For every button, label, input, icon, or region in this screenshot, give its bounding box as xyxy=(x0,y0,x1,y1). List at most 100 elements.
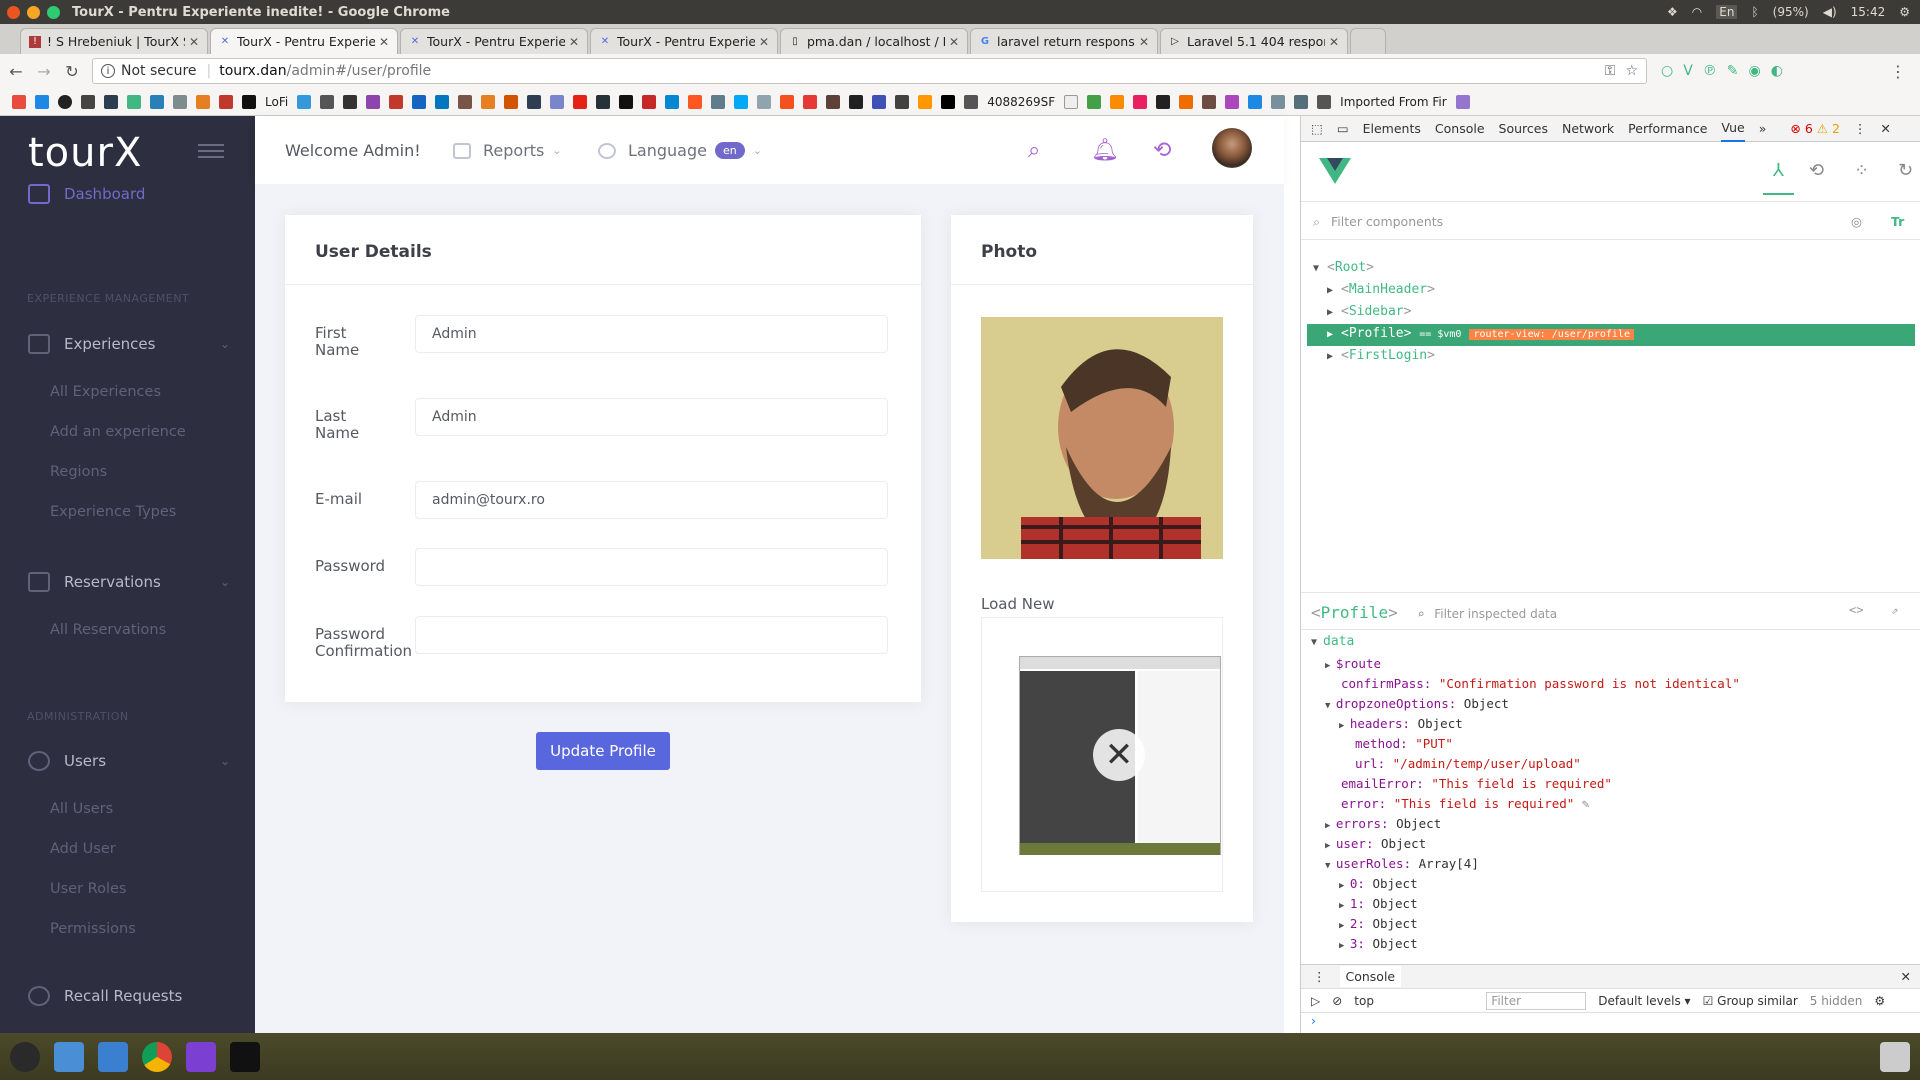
bookmark-icon[interactable] xyxy=(895,94,910,109)
bookmark-imported-folder[interactable]: Imported From Fir xyxy=(1340,95,1446,109)
sidebar-subitem-all-experiences[interactable]: All Experiences xyxy=(50,384,161,400)
bookmark-icon[interactable] xyxy=(596,94,611,109)
bookmark-icon[interactable] xyxy=(872,94,887,109)
settings-icon[interactable]: ⚙ xyxy=(1899,5,1910,19)
apps-icon[interactable] xyxy=(12,94,26,109)
inspect-icon[interactable]: ⬚ xyxy=(1311,121,1323,136)
sidebar-item-dashboard[interactable]: Dashboard xyxy=(28,184,145,204)
bookmark-icon[interactable] xyxy=(918,94,933,109)
tree-node-firstlogin[interactable]: ▶ <FirstLogin> xyxy=(1327,348,1435,363)
chevron-down-icon[interactable]: ⌄ xyxy=(220,337,230,351)
bookmark-icon[interactable] xyxy=(964,94,979,109)
bookmark-icon[interactable] xyxy=(619,94,634,109)
data-row[interactable]: ▶ errors: Object xyxy=(1325,816,1441,831)
close-tab-icon[interactable]: ✕ xyxy=(759,35,769,49)
browser-tab-active[interactable]: ✕ TourX - Pentru Experie ✕ xyxy=(210,28,398,54)
close-tab-icon[interactable]: ✕ xyxy=(1329,35,1339,49)
sidebar-item-users[interactable]: Users xyxy=(28,751,106,771)
phpstorm-icon[interactable] xyxy=(186,1041,216,1072)
sidebar-subitem-all-reservations[interactable]: All Reservations xyxy=(50,622,166,638)
more-tabs-icon[interactable]: » xyxy=(1759,121,1767,136)
console-filter-input[interactable]: Filter xyxy=(1486,991,1587,1010)
bookmark-icon[interactable] xyxy=(1248,94,1263,109)
close-tab-icon[interactable]: ✕ xyxy=(949,35,959,49)
minimize-window-button[interactable] xyxy=(27,5,40,19)
chevron-down-icon[interactable]: ⌄ xyxy=(220,575,230,589)
data-row[interactable]: emailError: "This field is required" xyxy=(1341,776,1612,791)
bluetooth-icon[interactable]: ᛒ xyxy=(1751,5,1758,19)
sidebar-subitem-experience-types[interactable]: Experience Types xyxy=(50,504,176,520)
bell-icon[interactable]: 🔔︎ xyxy=(1091,138,1119,163)
browser-tab[interactable]: Glaravel return respons ✕ xyxy=(970,28,1158,54)
language-menu[interactable]: Language en ⌄ xyxy=(598,141,762,160)
close-tab-icon[interactable]: ✕ xyxy=(569,35,579,49)
bookmark-icon[interactable] xyxy=(1294,94,1309,109)
clear-console-icon[interactable]: ⊘ xyxy=(1332,994,1342,1008)
vuex-icon[interactable]: ⁘ xyxy=(1854,160,1869,181)
battery-indicator[interactable]: (95%) xyxy=(1773,5,1809,19)
bookmark-icon[interactable] xyxy=(1455,94,1470,109)
code-icon[interactable]: <> xyxy=(1849,603,1863,617)
bookmark-icon[interactable] xyxy=(219,94,233,109)
menu-icon[interactable]: ⋮ xyxy=(1854,121,1867,136)
bookmark-icon[interactable] xyxy=(389,94,404,109)
sidebar-subitem-add-experience[interactable]: Add an experience xyxy=(50,424,186,440)
document-icon[interactable] xyxy=(1064,94,1079,109)
volume-icon[interactable]: ◀) xyxy=(1823,5,1837,19)
sidebar-item-experiences[interactable]: Experiences xyxy=(28,334,155,354)
data-row[interactable]: ▼ userRoles: Array[4] xyxy=(1325,856,1479,871)
forward-icon[interactable]: → xyxy=(32,62,56,81)
bookmark-icon[interactable] xyxy=(941,94,956,109)
tree-node-mainheader[interactable]: ▶ <MainHeader> xyxy=(1327,282,1435,297)
error-count[interactable]: ⊗ 6 ⚠ 2 xyxy=(1790,121,1840,136)
tab-console[interactable]: Console xyxy=(1435,121,1485,136)
tree-node-profile-selected[interactable]: ▶ <Profile> == $vm0 router-view: /user/pro… xyxy=(1307,324,1915,346)
sidebar-toggle-icon[interactable]: ▷ xyxy=(1311,994,1320,1008)
gear-icon[interactable]: ⚙ xyxy=(1874,994,1885,1008)
components-icon[interactable]: ⅄ xyxy=(1763,160,1794,195)
lofi-icon[interactable] xyxy=(242,94,256,109)
bookmark-icon[interactable] xyxy=(1179,94,1194,109)
bookmark-icon[interactable] xyxy=(688,94,703,109)
bookmark-icon[interactable] xyxy=(1225,94,1240,109)
bookmark-icon[interactable] xyxy=(1110,94,1125,109)
bookmark-icon[interactable] xyxy=(366,94,381,109)
remove-file-icon[interactable]: ✕ xyxy=(1093,729,1145,781)
bookmark-icon[interactable] xyxy=(35,94,49,109)
sidebar-subitem-regions[interactable]: Regions xyxy=(50,464,107,480)
logo[interactable]: tourX xyxy=(28,130,142,176)
play-icon[interactable] xyxy=(81,94,95,109)
camera-icon[interactable] xyxy=(343,94,358,109)
data-row[interactable]: ▶ user: Object xyxy=(1325,836,1426,851)
sidebar-subitem-permissions[interactable]: Permissions xyxy=(50,921,136,937)
language-indicator[interactable]: En xyxy=(1716,5,1738,19)
reload-icon[interactable]: ↻ xyxy=(60,62,84,81)
data-row[interactable]: ▶ 1: Object xyxy=(1339,896,1418,911)
bookmark-icon[interactable] xyxy=(150,94,164,109)
data-row[interactable]: error: "This field is required" ✎ xyxy=(1341,796,1589,811)
data-row[interactable]: ▶ headers: Object xyxy=(1339,716,1463,731)
menu-icon[interactable]: ⋮ xyxy=(1313,969,1326,984)
history-icon[interactable]: ⟲ xyxy=(1809,160,1824,181)
bookmark-icon[interactable] xyxy=(550,94,565,109)
close-devtools-icon[interactable]: ✕ xyxy=(1880,121,1890,136)
levels-select[interactable]: Default levels ▾ xyxy=(1598,994,1690,1008)
wifi-icon[interactable]: ◠ xyxy=(1692,5,1702,19)
security-label[interactable]: Not secure xyxy=(121,63,197,79)
tab-network[interactable]: Network xyxy=(1562,121,1614,136)
data-row[interactable]: ▶ 2: Object xyxy=(1339,916,1418,931)
chrome-icon[interactable] xyxy=(142,1041,172,1072)
bookmark-icon[interactable] xyxy=(826,94,841,109)
bookmark-icon[interactable] xyxy=(527,94,542,109)
data-row[interactable]: ▶ 3: Object xyxy=(1339,936,1418,951)
password-confirmation-field[interactable] xyxy=(415,616,888,654)
bookmark-icon[interactable] xyxy=(1087,94,1102,109)
bookmark-icon[interactable] xyxy=(297,94,312,109)
bookmark-icon[interactable] xyxy=(1271,94,1286,109)
camera-icon[interactable] xyxy=(320,94,335,109)
youtube-icon[interactable] xyxy=(573,94,588,109)
finder-icon[interactable] xyxy=(98,1041,128,1072)
bookmark-icon[interactable] xyxy=(1133,94,1148,109)
edit-icon[interactable]: ✎ xyxy=(1582,796,1590,811)
data-row[interactable]: confirmPass: "Confirmation password is n… xyxy=(1341,676,1740,691)
